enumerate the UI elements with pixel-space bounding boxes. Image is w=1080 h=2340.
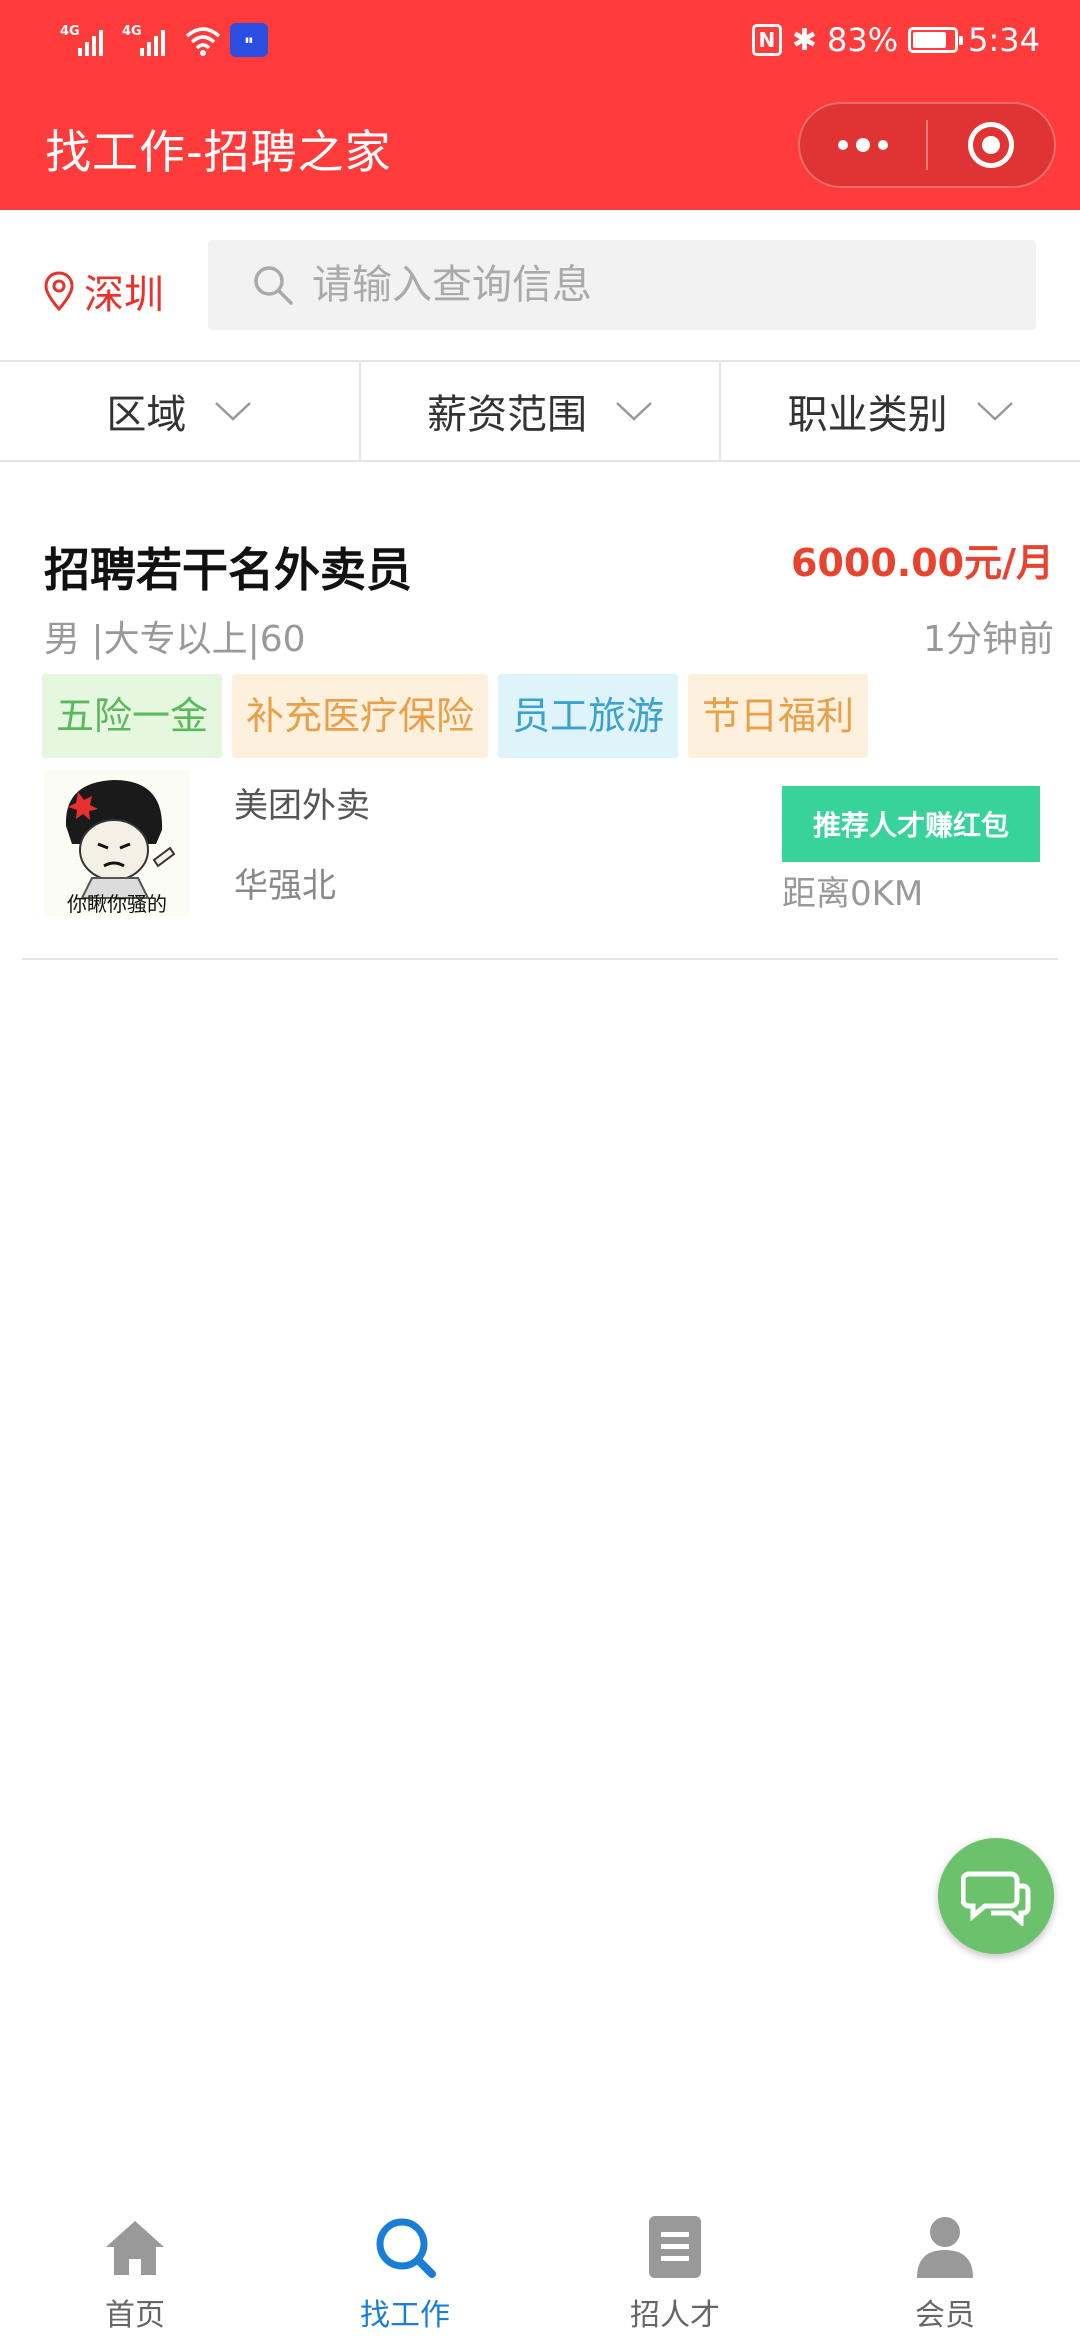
svg-text:你瞅你骚的: 你瞅你骚的 [67,892,167,916]
benefit-tag: 五险一金 [42,674,223,758]
page-title: 找工作-招聘之家 [45,125,392,179]
filter-category[interactable]: 职业类别 [721,362,1080,460]
app-notification-icon: ▮▮ [230,23,268,57]
status-left: 4G 4G ▮▮ [60,16,268,64]
target-icon [968,122,1014,168]
user-icon [910,2212,980,2282]
benefit-tags: 五险一金 补充医疗保险 员工旅游 节日福利 [42,674,869,758]
tab-find-job[interactable]: 找工作 [270,2200,540,2340]
nfc-icon: N [751,24,782,56]
filter-label: 职业类别 [787,392,948,438]
chevron-down-icon [215,402,252,421]
job-requirements: 男 |大专以上|60 [44,619,306,660]
chevron-down-icon [976,402,1013,421]
battery-icon [908,27,964,53]
search-input[interactable] [312,262,992,308]
meme-face-image: 你瞅你骚的 [44,770,190,916]
miniprogram-capsule [798,102,1056,188]
title-bar: 找工作-招聘之家 [0,80,1080,210]
benefit-tag: 补充医疗保险 [232,674,489,758]
network-type-2: 4G [122,24,142,39]
more-dots-icon [838,138,888,152]
filter-label: 区域 [106,392,187,438]
company-avatar: 你瞅你骚的 [44,770,190,916]
document-icon [640,2212,710,2282]
search-icon [254,266,293,305]
tab-label: 首页 [105,2298,165,2333]
chevron-down-icon [616,402,652,421]
tab-label: 找工作 [360,2298,450,2333]
city-selector[interactable]: 深圳 [44,262,164,320]
job-card[interactable]: 招聘若干名外卖员 6000.00元/月 男 |大专以上|60 1分钟前 五险一金… [22,464,1058,960]
status-right: N ✱ 83% 5:34 [751,14,1040,66]
filter-bar: 区域 薪资范围 职业类别 [0,362,1080,462]
home-icon [100,2212,170,2282]
wifi-icon [185,27,221,56]
job-title: 招聘若干名外卖员 [44,543,412,597]
recommend-talent-button[interactable]: 推荐人才赚红包 [782,786,1040,862]
tab-label: 招人才 [630,2298,720,2333]
clock: 5:34 [968,21,1040,59]
battery-percent: 83% [827,21,899,59]
search-icon [370,2212,440,2282]
bottom-tab-bar: 首页 找工作 招人才 会员 [0,2200,1080,2340]
chat-button[interactable] [938,1838,1054,1954]
tab-label: 会员 [915,2298,975,2333]
tab-member[interactable]: 会员 [810,2200,1080,2340]
more-button[interactable] [800,104,926,186]
tab-home[interactable]: 首页 [0,2200,270,2340]
filter-salary[interactable]: 薪资范围 [361,362,722,460]
tab-find-talent[interactable]: 招人才 [540,2200,810,2340]
close-miniprogram-button[interactable] [928,104,1054,186]
bluetooth-icon: ✱ [791,22,818,58]
job-distance: 距离0KM [782,874,924,914]
search-bar: 深圳 [0,210,1080,362]
filter-label: 薪资范围 [427,392,587,438]
city-label: 深圳 [84,272,164,318]
benefit-tag: 员工旅游 [498,674,679,758]
filter-region[interactable]: 区域 [0,362,361,460]
signal-icon: 4G [122,20,176,60]
job-location: 华强北 [234,866,336,906]
status-bar: 4G 4G ▮▮ N ✱ 83% 5:34 [0,0,1080,80]
benefit-tag: 节日福利 [688,674,869,758]
job-posted-time: 1分钟前 [923,619,1054,660]
location-pin-icon [44,271,74,311]
network-type-1: 4G [60,24,80,39]
company-name: 美团外卖 [234,786,370,826]
signal-icon: 4G [60,20,114,60]
job-salary: 6000.00元/月 [791,541,1054,585]
search-box[interactable] [208,240,1036,330]
chat-bubbles-icon [961,1871,1031,1926]
